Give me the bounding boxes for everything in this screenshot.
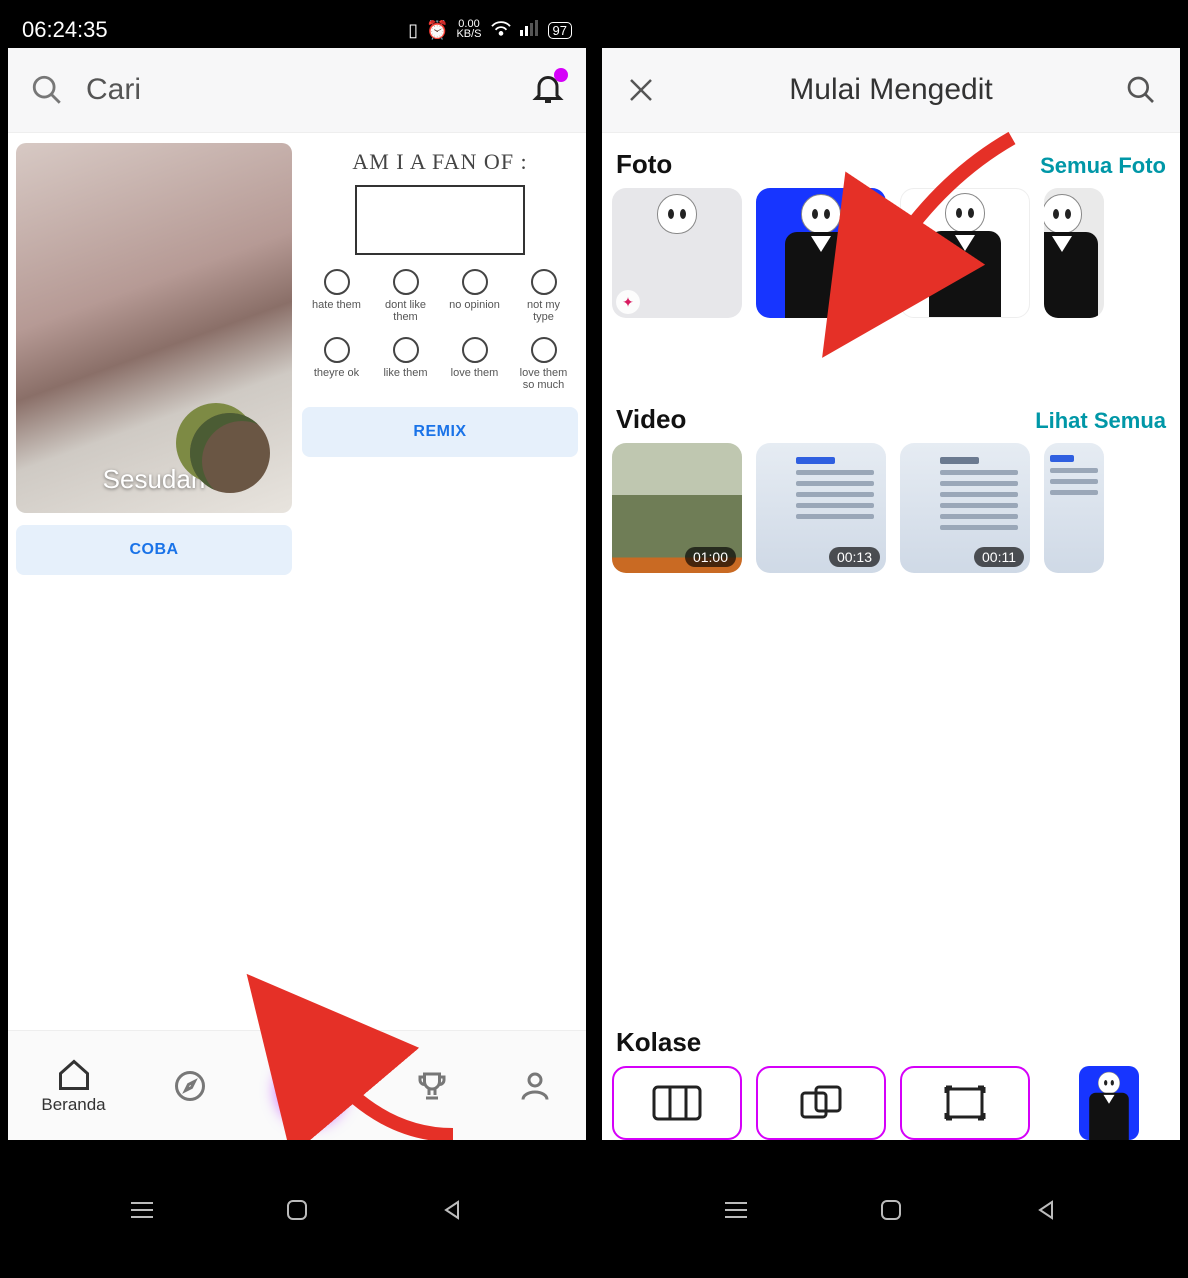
recent-apps-button[interactable] <box>719 1193 753 1227</box>
picker-title: Mulai Mengedit <box>680 73 1102 107</box>
feed-card-2[interactable]: AM I A FAN OF : hate them dont like them… <box>302 143 578 1020</box>
search-input[interactable]: Cari <box>86 73 141 107</box>
compass-icon <box>172 1068 208 1104</box>
quiz-title: AM I A FAN OF : <box>352 149 527 175</box>
video-duration: 00:13 <box>829 547 880 567</box>
nav-home[interactable]: Beranda <box>41 1057 105 1115</box>
status-icons: ▯ ⏰ 0.00KB/S 97 <box>408 19 572 42</box>
phone-left: 06:24:35 ▯ ⏰ 0.00KB/S 97 Cari <box>0 0 594 1278</box>
video-strip[interactable]: 01:00 00:13 00:11 <box>612 443 1170 573</box>
kolase-strip[interactable] <box>612 1066 1170 1140</box>
net-speed: 0.00KB/S <box>456 20 481 40</box>
alarm-icon: ⏰ <box>426 20 448 41</box>
vibrate-icon: ▯ <box>408 20 418 41</box>
battery-icon: 97 <box>548 22 572 39</box>
quiz-template[interactable]: AM I A FAN OF : hate them dont like them… <box>302 143 578 391</box>
close-icon[interactable] <box>622 71 660 109</box>
home-icon <box>56 1057 92 1093</box>
picker-content: Foto Semua Foto ✦ Video <box>602 133 1180 1140</box>
profile-icon <box>517 1068 553 1104</box>
trophy-icon <box>414 1068 450 1104</box>
section-foto-head: Foto <box>616 149 672 180</box>
plus-icon: + <box>299 1063 322 1108</box>
video-thumb-3[interactable]: 00:11 <box>900 443 1030 573</box>
kolase-section: Kolase <box>602 1011 1180 1140</box>
picker-header: Mulai Mengedit <box>602 48 1180 133</box>
quiz-answer-box <box>355 185 525 255</box>
notification-dot <box>554 68 568 82</box>
try-button[interactable]: COBA <box>16 525 292 575</box>
home-header: Cari <box>8 48 586 133</box>
home-button[interactable] <box>874 1193 908 1227</box>
search-icon[interactable] <box>1122 71 1160 109</box>
back-button[interactable] <box>1029 1193 1063 1227</box>
foto-thumb-2[interactable] <box>756 188 886 318</box>
video-thumb-1[interactable]: 01:00 <box>612 443 742 573</box>
kolase-photo[interactable] <box>1044 1066 1174 1140</box>
section-video-head: Video <box>616 404 686 435</box>
kolase-freestyle[interactable] <box>756 1066 886 1140</box>
foto-thumb-1[interactable]: ✦ <box>612 188 742 318</box>
quiz-row-1: hate them dont like them no opinion not … <box>309 269 571 323</box>
clock: 06:24:35 <box>22 17 108 43</box>
picsart-badge-icon: ✦ <box>616 290 640 314</box>
foto-strip[interactable]: ✦ <box>612 188 1170 318</box>
video-thumb-2[interactable]: 00:13 <box>756 443 886 573</box>
app-screen-picker: Mulai Mengedit Foto Semua Foto ✦ <box>602 48 1180 1140</box>
create-fab[interactable]: + <box>275 1050 347 1122</box>
quiz-row-2: theyre ok like them love them love them … <box>309 337 571 391</box>
section-foto-link[interactable]: Semua Foto <box>1040 153 1166 179</box>
kolase-frames[interactable] <box>900 1066 1030 1140</box>
system-nav <box>598 1186 1184 1234</box>
foto-thumb-3[interactable] <box>900 188 1030 318</box>
signal-icon <box>520 20 540 41</box>
foto-thumb-4[interactable] <box>1044 188 1104 318</box>
feed: Sesudah COBA AM I A FAN OF : hate them d… <box>8 133 586 1030</box>
search-icon[interactable] <box>28 71 66 109</box>
wifi-icon <box>490 19 512 42</box>
bottom-nav: Beranda + <box>8 1030 586 1140</box>
system-nav <box>4 1186 590 1234</box>
feed-image-1[interactable]: Sesudah <box>16 143 292 513</box>
nav-explore[interactable] <box>172 1068 208 1104</box>
feed-card-1[interactable]: Sesudah COBA <box>16 143 292 1020</box>
back-button[interactable] <box>435 1193 469 1227</box>
status-bar: 06:24:35 ▯ ⏰ 0.00KB/S 97 <box>4 12 590 48</box>
recent-apps-button[interactable] <box>125 1193 159 1227</box>
nav-challenges[interactable] <box>414 1068 450 1104</box>
phone-right: Mulai Mengedit Foto Semua Foto ✦ <box>594 0 1188 1278</box>
section-video-link[interactable]: Lihat Semua <box>1035 408 1166 434</box>
nav-home-label: Beranda <box>41 1095 105 1115</box>
video-thumb-4[interactable] <box>1044 443 1104 573</box>
remix-button[interactable]: REMIX <box>302 407 578 457</box>
nav-profile[interactable] <box>517 1068 553 1104</box>
notifications-icon[interactable] <box>530 70 566 111</box>
video-duration: 01:00 <box>685 547 736 567</box>
video-duration: 00:11 <box>974 547 1024 567</box>
image-overlay-label: Sesudah <box>16 464 292 495</box>
kolase-grid[interactable] <box>612 1066 742 1140</box>
home-button[interactable] <box>280 1193 314 1227</box>
app-screen-home: Cari Sesudah COBA AM I A FAN OF : hate <box>8 48 586 1140</box>
section-kolase-head: Kolase <box>616 1027 701 1058</box>
